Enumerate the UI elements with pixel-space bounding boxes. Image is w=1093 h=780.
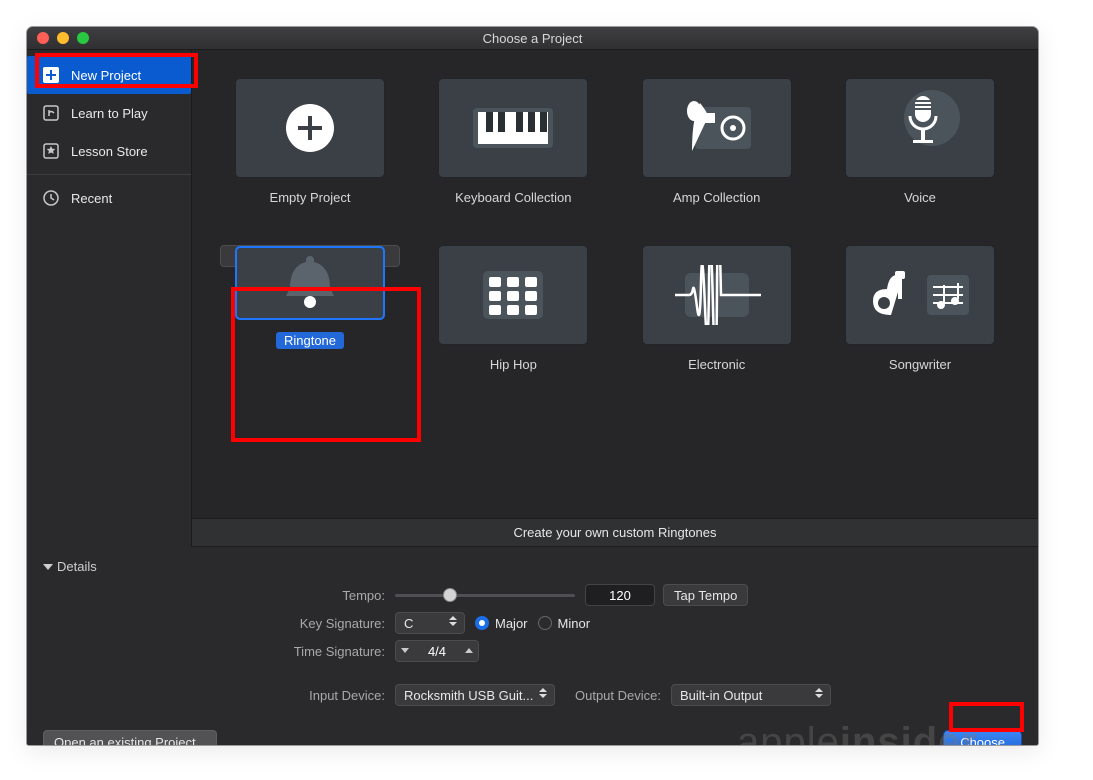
keysig-select[interactable]: C: [395, 612, 465, 634]
keysig-minor-radio[interactable]: Minor: [538, 616, 591, 631]
project-voice[interactable]: Voice: [830, 78, 1010, 205]
chevron-updown-icon: [814, 688, 824, 698]
microphone-icon: [845, 78, 995, 178]
tempo-slider[interactable]: [395, 584, 575, 606]
project-label: Amp Collection: [673, 190, 760, 205]
sidebar-divider: [27, 174, 191, 175]
sidebar-item-label: Recent: [71, 191, 112, 206]
project-hint: Create your own custom Ringtones: [192, 518, 1038, 547]
close-icon[interactable]: [37, 32, 49, 44]
project-label: Keyboard Collection: [455, 190, 571, 205]
project-grid: Empty Project Keyboard Collection Amp Co…: [192, 50, 1038, 382]
project-label: Hip Hop: [490, 357, 537, 372]
open-existing-button[interactable]: Open an existing Project...: [43, 730, 217, 746]
chevron-down-icon[interactable]: [396, 648, 414, 654]
sidebar-item-learn-to-play[interactable]: Learn to Play: [27, 94, 191, 132]
window-traffic-lights: [37, 32, 89, 44]
output-device-select[interactable]: Built-in Output: [671, 684, 831, 706]
tap-tempo-button[interactable]: Tap Tempo: [663, 584, 748, 606]
drum-pad-icon: [438, 245, 588, 345]
project-ringtone[interactable]: Ringtone: [220, 245, 400, 267]
amp-icon: [642, 78, 792, 178]
project-label: Voice: [904, 190, 936, 205]
project-keyboard-collection[interactable]: Keyboard Collection: [423, 78, 603, 205]
learn-icon: [41, 103, 61, 123]
project-label: Electronic: [688, 357, 745, 372]
bottom-bar: Open an existing Project... Choose apple…: [27, 718, 1038, 746]
sidebar-item-recent[interactable]: Recent: [27, 179, 191, 217]
sidebar-item-new-project[interactable]: New Project: [27, 56, 191, 94]
timesig-label: Time Signature:: [43, 644, 395, 659]
project-label: Songwriter: [889, 357, 951, 372]
plus-square-icon: [41, 65, 61, 85]
triangle-down-icon: [43, 564, 53, 570]
keysig-major-radio[interactable]: Major: [475, 616, 528, 631]
bell-icon: [235, 246, 385, 320]
tempo-value[interactable]: 120: [585, 584, 655, 606]
project-songwriter[interactable]: Songwriter: [830, 245, 1010, 372]
project-empty-project[interactable]: Empty Project: [220, 78, 400, 205]
project-chooser-window: Choose a Project New Project Learn to Pl…: [26, 26, 1039, 746]
clock-icon: [41, 188, 61, 208]
minimize-icon[interactable]: [57, 32, 69, 44]
keysig-label: Key Signature:: [43, 616, 395, 631]
chevron-up-icon[interactable]: [460, 648, 478, 654]
zoom-icon[interactable]: [77, 32, 89, 44]
tempo-label: Tempo:: [43, 588, 395, 603]
empty-project-icon: [235, 78, 385, 178]
project-label: Empty Project: [270, 190, 351, 205]
watermark: appleinsider: [737, 720, 978, 746]
titlebar: Choose a Project: [27, 27, 1038, 50]
details-label: Details: [57, 559, 97, 574]
input-device-select[interactable]: Rocksmith USB Guit...: [395, 684, 555, 706]
details-disclosure[interactable]: Details: [43, 559, 1022, 574]
waveform-icon: [642, 245, 792, 345]
songwriter-icon: [845, 245, 995, 345]
sidebar-item-label: New Project: [71, 68, 141, 83]
sidebar: New Project Learn to Play Lesson Store R: [27, 50, 192, 547]
project-hip-hop[interactable]: Hip Hop: [423, 245, 603, 372]
project-amp-collection[interactable]: Amp Collection: [627, 78, 807, 205]
timesig-stepper[interactable]: 4/4: [395, 640, 479, 662]
window-title: Choose a Project: [483, 31, 583, 46]
keyboard-icon: [438, 78, 588, 178]
chevron-updown-icon: [538, 688, 548, 698]
input-device-label: Input Device:: [43, 688, 395, 703]
star-icon: [41, 141, 61, 161]
sidebar-item-lesson-store[interactable]: Lesson Store: [27, 132, 191, 170]
output-device-label: Output Device:: [575, 688, 661, 703]
chevron-updown-icon: [448, 616, 458, 626]
project-label: Ringtone: [276, 332, 344, 349]
details-panel: Details Tempo: 120 Tap Tempo Key Signatu…: [27, 547, 1038, 718]
sidebar-item-label: Lesson Store: [71, 144, 148, 159]
sidebar-item-label: Learn to Play: [71, 106, 148, 121]
project-electronic[interactable]: Electronic: [627, 245, 807, 372]
content-area: Empty Project Keyboard Collection Amp Co…: [192, 50, 1038, 547]
